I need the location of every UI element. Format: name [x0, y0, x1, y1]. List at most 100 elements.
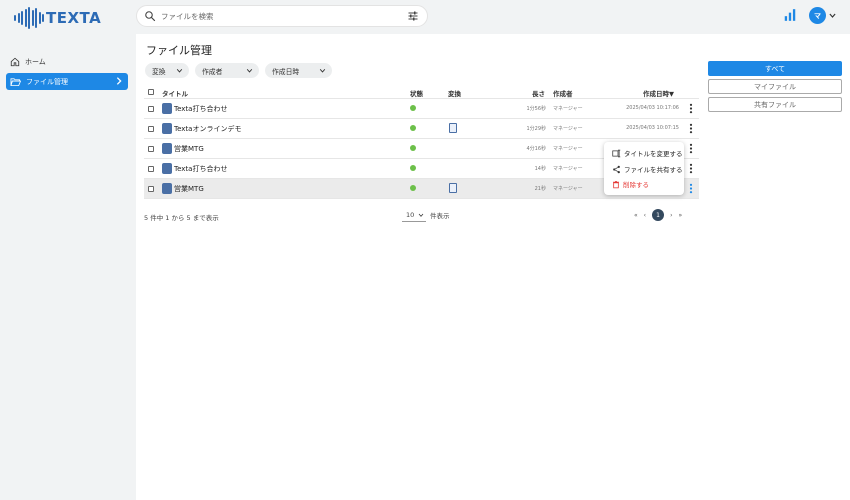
chevron-down-icon	[418, 213, 424, 217]
file-length: 14秒	[534, 166, 546, 172]
file-created: 2025/04/03 10:07:15	[626, 125, 679, 131]
prev-page-button[interactable]: ‹	[644, 212, 646, 219]
more-vert-icon[interactable]	[689, 103, 693, 114]
row-checkbox[interactable]	[148, 146, 154, 152]
status-complete-icon	[410, 165, 416, 171]
chevron-right-icon	[116, 77, 122, 85]
menu-item-rename[interactable]: タイトルを変更する	[612, 148, 683, 158]
user-menu[interactable]: マ	[809, 7, 837, 24]
row-checkbox[interactable]	[148, 186, 154, 192]
document-conversion-icon[interactable]	[449, 123, 457, 133]
folder-open-icon	[10, 77, 21, 86]
microphone-icon	[162, 103, 172, 114]
status-complete-icon	[410, 185, 416, 191]
pager-info: 5 件中 1 から 5 まで表示	[144, 214, 219, 222]
status-complete-icon	[410, 145, 416, 151]
microphone-icon	[162, 163, 172, 174]
per-page-select[interactable]: 10	[402, 208, 426, 222]
document-conversion-icon[interactable]	[449, 183, 457, 193]
next-page-button[interactable]: ›	[670, 212, 672, 219]
file-title[interactable]: Texta打ち合わせ	[174, 164, 227, 174]
logo-text: TEXTA	[46, 9, 102, 27]
chevron-down-icon	[176, 69, 183, 73]
filter-conversion[interactable]: 変換	[145, 63, 189, 78]
select-all-checkbox[interactable]	[148, 89, 154, 95]
file-title[interactable]: 営業MTG	[174, 184, 204, 194]
column-header-title[interactable]: タイトル	[162, 88, 188, 98]
last-page-button[interactable]: »	[678, 212, 682, 219]
column-header-conversion[interactable]: 変換	[448, 88, 461, 98]
menu-item-delete[interactable]: 削除する	[612, 179, 649, 189]
microphone-icon	[162, 143, 172, 154]
file-author: マネージャー	[553, 146, 583, 152]
more-vert-icon[interactable]	[689, 123, 693, 134]
search-bar[interactable]	[136, 5, 428, 27]
file-author: マネージャー	[553, 126, 583, 132]
file-length: 1分56秒	[526, 106, 546, 112]
file-length: 1分29秒	[526, 126, 546, 132]
column-header-status[interactable]: 状態	[410, 88, 423, 98]
row-checkbox[interactable]	[148, 106, 154, 112]
per-page-value: 10	[406, 210, 415, 219]
sidebar-item-home[interactable]: ホーム	[6, 54, 128, 70]
filter-label: 作成者	[202, 67, 223, 76]
menu-item-share[interactable]: ファイルを共有する	[612, 164, 683, 174]
file-length: 21秒	[534, 186, 546, 192]
microphone-icon	[162, 183, 172, 194]
file-context-menu: タイトルを変更する ファイルを共有する 削除する	[604, 142, 684, 195]
status-complete-icon	[410, 125, 416, 131]
menu-item-label: 削除する	[623, 181, 649, 189]
table-row[interactable]: Textaオンラインデモ 1分29秒 マネージャー 2025/04/03 10:…	[144, 119, 699, 139]
search-icon	[145, 11, 156, 22]
menu-item-label: ファイルを共有する	[624, 166, 683, 174]
sidebar-item-label: ファイル管理	[26, 77, 68, 86]
per-page-suffix: 件表示	[430, 212, 450, 220]
file-created: 2025/04/03 10:17:06	[626, 105, 679, 111]
trash-icon	[613, 180, 619, 188]
sidebar-item-label: ホーム	[25, 58, 46, 66]
logo-waveform-icon	[14, 7, 44, 29]
file-author: マネージャー	[553, 186, 583, 192]
chevron-down-icon	[319, 69, 326, 73]
filter-created[interactable]: 作成日時	[265, 63, 332, 78]
filter-settings-icon[interactable]	[407, 10, 419, 22]
statistics-icon[interactable]	[783, 8, 797, 22]
column-header-created[interactable]: 作成日時▼	[643, 88, 674, 98]
current-page-button[interactable]: 1	[652, 209, 665, 221]
file-author: マネージャー	[553, 106, 583, 112]
share-icon	[613, 165, 620, 173]
page-title: ファイル管理	[146, 44, 212, 57]
filter-label: 変換	[152, 67, 166, 76]
texta-logo[interactable]: TEXTA	[14, 6, 102, 30]
home-icon	[10, 57, 20, 67]
per-page-control: 10 件表示	[402, 208, 450, 222]
view-my-files-button[interactable]: マイファイル	[708, 79, 842, 94]
file-title[interactable]: Textaオンラインデモ	[174, 124, 241, 134]
more-vert-icon[interactable]	[689, 163, 693, 174]
chevron-down-icon	[246, 69, 253, 73]
table-header: タイトル 状態 変換 長さ 作成者 作成日時▼	[144, 85, 699, 99]
table-row[interactable]: Texta打ち合わせ 1分56秒 マネージャー 2025/04/03 10:17…	[144, 99, 699, 119]
view-all-button[interactable]: すべて	[708, 61, 842, 76]
avatar: マ	[809, 7, 826, 24]
first-page-button[interactable]: «	[634, 212, 638, 219]
column-header-length[interactable]: 長さ	[532, 88, 545, 98]
pagination: « ‹ 1 › »	[634, 209, 682, 221]
status-complete-icon	[410, 105, 416, 111]
file-title[interactable]: 営業MTG	[174, 144, 204, 154]
filter-label: 作成日時	[272, 67, 300, 76]
rename-icon	[612, 149, 621, 157]
more-vert-icon[interactable]	[689, 183, 693, 194]
search-input[interactable]	[161, 9, 391, 23]
chevron-down-icon	[829, 13, 836, 18]
more-vert-icon[interactable]	[689, 143, 693, 154]
filter-author[interactable]: 作成者	[195, 63, 259, 78]
row-checkbox[interactable]	[148, 166, 154, 172]
column-header-author[interactable]: 作成者	[553, 88, 573, 98]
microphone-icon	[162, 123, 172, 134]
view-shared-files-button[interactable]: 共有ファイル	[708, 97, 842, 112]
menu-item-label: タイトルを変更する	[624, 150, 683, 158]
file-title[interactable]: Texta打ち合わせ	[174, 104, 227, 114]
sidebar-item-file-management[interactable]: ファイル管理	[6, 73, 128, 90]
row-checkbox[interactable]	[148, 126, 154, 132]
